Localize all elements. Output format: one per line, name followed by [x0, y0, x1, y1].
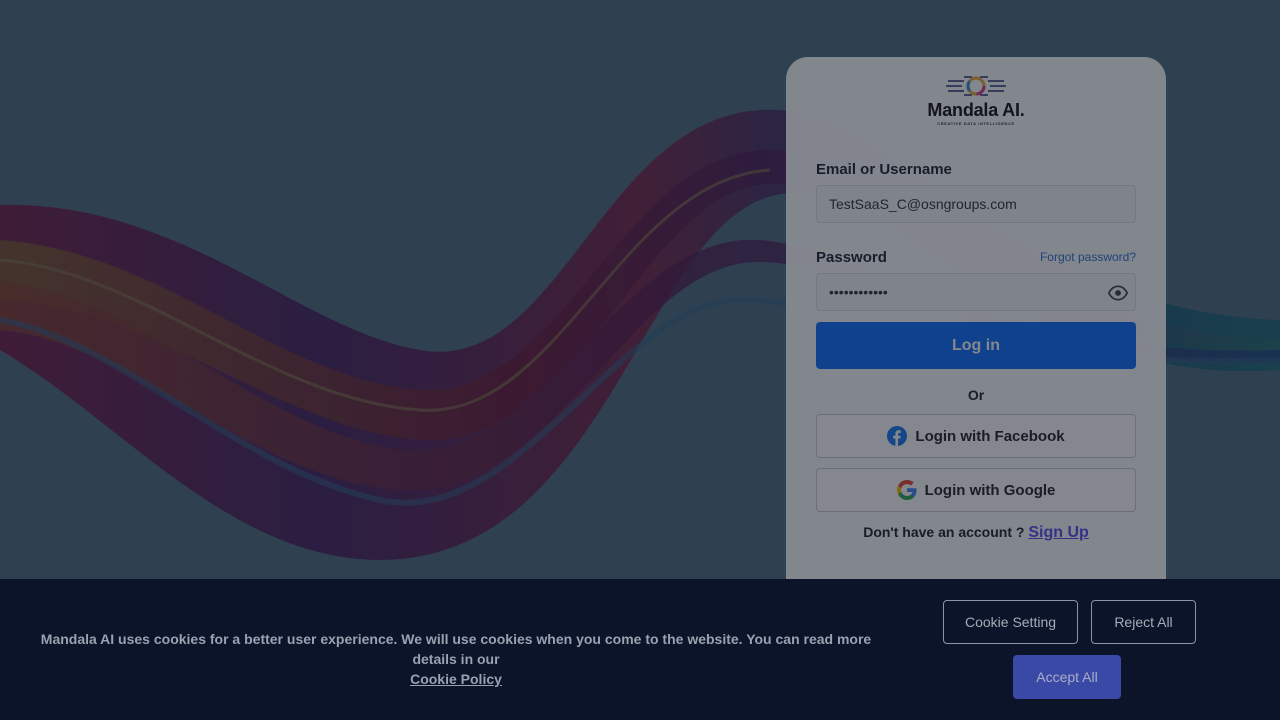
- facebook-login-label: Login with Facebook: [915, 427, 1065, 445]
- signup-link[interactable]: Sign Up: [1028, 524, 1088, 541]
- show-password-icon[interactable]: [1108, 283, 1128, 303]
- login-button[interactable]: Log in: [816, 322, 1136, 369]
- login-page: Mandala AI. CREATIVE DATA INTELLIGENCE E…: [0, 0, 1280, 720]
- or-divider: Or: [967, 387, 985, 403]
- google-login-button[interactable]: Login with Google: [816, 468, 1136, 512]
- reject-all-button[interactable]: Reject All: [1091, 600, 1196, 644]
- brand-tagline: CREATIVE DATA INTELLIGENCE: [937, 121, 1015, 126]
- password-field[interactable]: [816, 273, 1136, 311]
- mandala-logo-icon: [946, 76, 1006, 96]
- cookie-setting-button[interactable]: Cookie Setting: [943, 600, 1078, 644]
- google-login-label: Login with Google: [924, 481, 1056, 499]
- cookie-policy-link[interactable]: Cookie Policy: [410, 671, 502, 687]
- signup-prompt: Don't have an account ? Sign Up: [786, 524, 1166, 542]
- cookie-banner: Mandala AI uses cookies for a better use…: [0, 579, 1280, 720]
- password-label: Password: [816, 249, 887, 266]
- forgot-password-link[interactable]: Forgot password?: [1040, 250, 1136, 264]
- brand-logo: Mandala AI. CREATIVE DATA INTELLIGENCE: [786, 73, 1166, 126]
- cookie-message-text: Mandala AI uses cookies for a better use…: [40, 631, 872, 667]
- accept-all-button[interactable]: Accept All: [1013, 655, 1121, 699]
- google-icon: [896, 480, 917, 500]
- facebook-icon: [887, 426, 908, 446]
- email-field[interactable]: [816, 185, 1136, 223]
- facebook-login-button[interactable]: Login with Facebook: [816, 414, 1136, 458]
- cookie-message: Mandala AI uses cookies for a better use…: [20, 629, 892, 689]
- email-label: Email or Username: [816, 161, 952, 178]
- no-account-text: Don't have an account ?: [863, 524, 1025, 540]
- brand-name: Mandala AI.: [927, 100, 1025, 120]
- login-card: Mandala AI. CREATIVE DATA INTELLIGENCE E…: [786, 57, 1166, 617]
